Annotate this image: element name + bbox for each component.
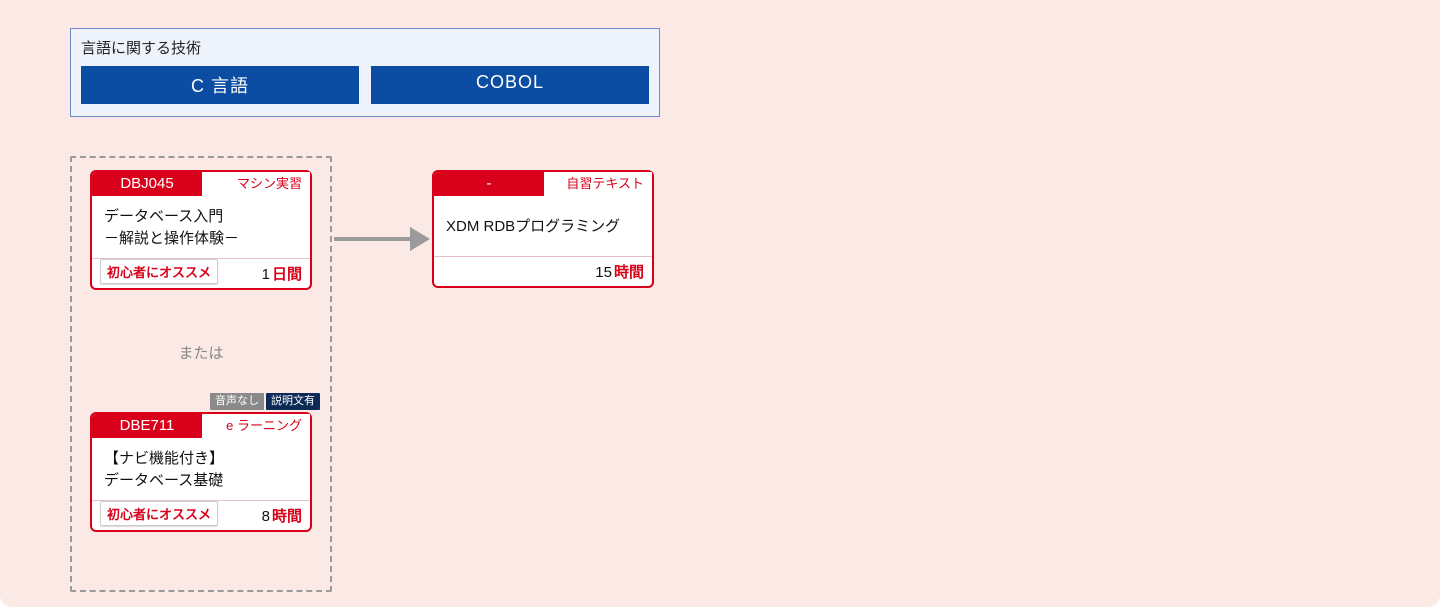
course-card-dbe711[interactable]: DBE711 e ラーニング 【ナビ機能付き】 データベース基礎 初心者にオスス… bbox=[90, 412, 312, 532]
flow-arrow bbox=[334, 227, 434, 251]
course-title-line1: XDM RDBプログラミング bbox=[446, 218, 620, 235]
diagram-canvas: 言語に関する技術 C 言語 COBOL または DBJ045 マシン実習 データ… bbox=[0, 0, 1440, 607]
duration-number: 15 bbox=[595, 264, 612, 281]
course-card-xdm[interactable]: - 自習テキスト XDM RDBプログラミング 15時間 bbox=[432, 170, 654, 288]
course-duration: 15時間 bbox=[595, 261, 644, 282]
badge-no-audio: 音声なし bbox=[210, 393, 264, 410]
recommend-badge: 初心者にオススメ bbox=[100, 259, 218, 284]
course-title-line1: データベース入門 bbox=[104, 208, 223, 225]
course-title-line1: 【ナビ機能付き】 bbox=[104, 450, 224, 467]
card-footer: 初心者にオススメ 8時間 bbox=[92, 500, 310, 530]
category-title: 言語に関する技術 bbox=[81, 37, 649, 58]
arrow-head-icon bbox=[410, 227, 430, 251]
course-type: マシン実習 bbox=[202, 172, 310, 196]
recommend-badge: 初心者にオススメ bbox=[100, 501, 218, 526]
duration-unit: 時間 bbox=[272, 508, 302, 525]
duration-unit: 日間 bbox=[272, 266, 302, 283]
course-title: 【ナビ機能付き】 データベース基礎 bbox=[92, 438, 310, 500]
category-box: 言語に関する技術 C 言語 COBOL bbox=[70, 28, 660, 117]
arrow-shaft bbox=[334, 237, 414, 241]
duration-number: 1 bbox=[262, 266, 270, 283]
course-code: - bbox=[434, 172, 544, 196]
course-type: e ラーニング bbox=[202, 414, 310, 438]
course-title-line2: －解説と操作体験－ bbox=[104, 230, 239, 247]
course-code: DBE711 bbox=[92, 414, 202, 438]
badge-row: 音声なし 説明文有 bbox=[210, 393, 320, 410]
card-header: - 自習テキスト bbox=[434, 172, 652, 196]
course-title: XDM RDBプログラミング bbox=[434, 196, 652, 256]
card-header: DBE711 e ラーニング bbox=[92, 414, 310, 438]
card-header: DBJ045 マシン実習 bbox=[92, 172, 310, 196]
course-duration: 8時間 bbox=[262, 505, 302, 526]
card-footer: 15時間 bbox=[434, 256, 652, 286]
category-button-row: C 言語 COBOL bbox=[81, 66, 649, 104]
course-card-dbj045[interactable]: DBJ045 マシン実習 データベース入門 －解説と操作体験－ 初心者にオススメ… bbox=[90, 170, 312, 290]
duration-unit: 時間 bbox=[614, 264, 644, 281]
card-footer: 初心者にオススメ 1日間 bbox=[92, 258, 310, 288]
category-button-c[interactable]: C 言語 bbox=[81, 66, 359, 104]
group-or-label: または bbox=[72, 342, 330, 363]
course-title-line2: データベース基礎 bbox=[104, 472, 223, 489]
course-title: データベース入門 －解説と操作体験－ bbox=[92, 196, 310, 258]
course-code: DBJ045 bbox=[92, 172, 202, 196]
course-type: 自習テキスト bbox=[544, 172, 652, 196]
badge-has-text: 説明文有 bbox=[266, 393, 320, 410]
category-button-cobol[interactable]: COBOL bbox=[371, 66, 649, 104]
course-duration: 1日間 bbox=[262, 263, 302, 284]
duration-number: 8 bbox=[262, 508, 270, 525]
